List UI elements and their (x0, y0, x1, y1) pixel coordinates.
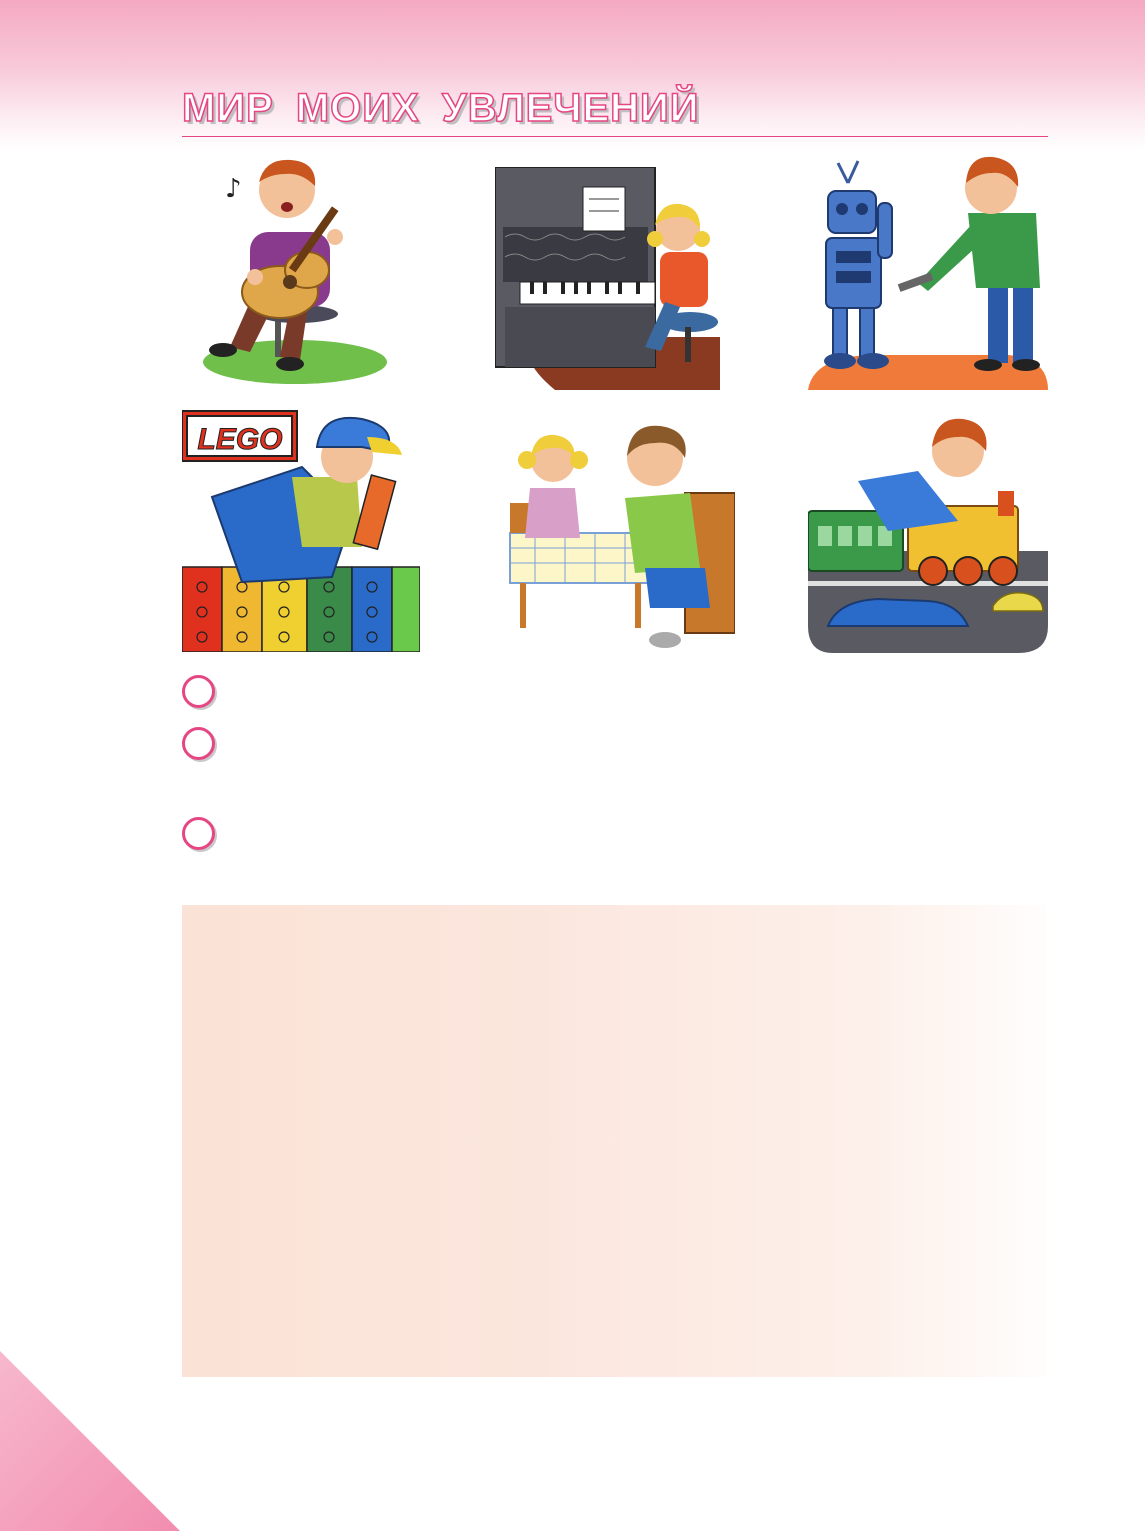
lego-logo-text: LEGO (197, 423, 282, 456)
circle-marker-icon (182, 727, 215, 760)
circle-marker-icon (182, 675, 215, 708)
title-divider (182, 136, 1048, 137)
robot-icon (808, 156, 1048, 390)
paintbrush-icon (509, 425, 735, 648)
girl-playing-piano-illustration (495, 167, 720, 390)
boy-building-robot-illustration (808, 143, 1048, 390)
corner-decoration (0, 1351, 180, 1531)
circle-marker-icon (182, 817, 215, 850)
guitar-icon: ♪ (203, 159, 387, 384)
svg-text:♪: ♪ (225, 174, 242, 204)
boy-building-lego-illustration: LEGO (182, 407, 420, 652)
train-icon (808, 418, 1048, 653)
children-drawing-at-table-illustration (505, 418, 735, 660)
boy-playing-guitar-illustration: ♪ (195, 152, 395, 387)
page-title: МИР МОИХ УВЛЕЧЕНИЙ (181, 85, 700, 131)
piano-icon (495, 167, 720, 390)
answer-box[interactable] (182, 905, 1046, 1377)
lego-icon: LEGO (182, 410, 420, 652)
boy-with-toy-train-and-cars-illustration (808, 411, 1048, 653)
